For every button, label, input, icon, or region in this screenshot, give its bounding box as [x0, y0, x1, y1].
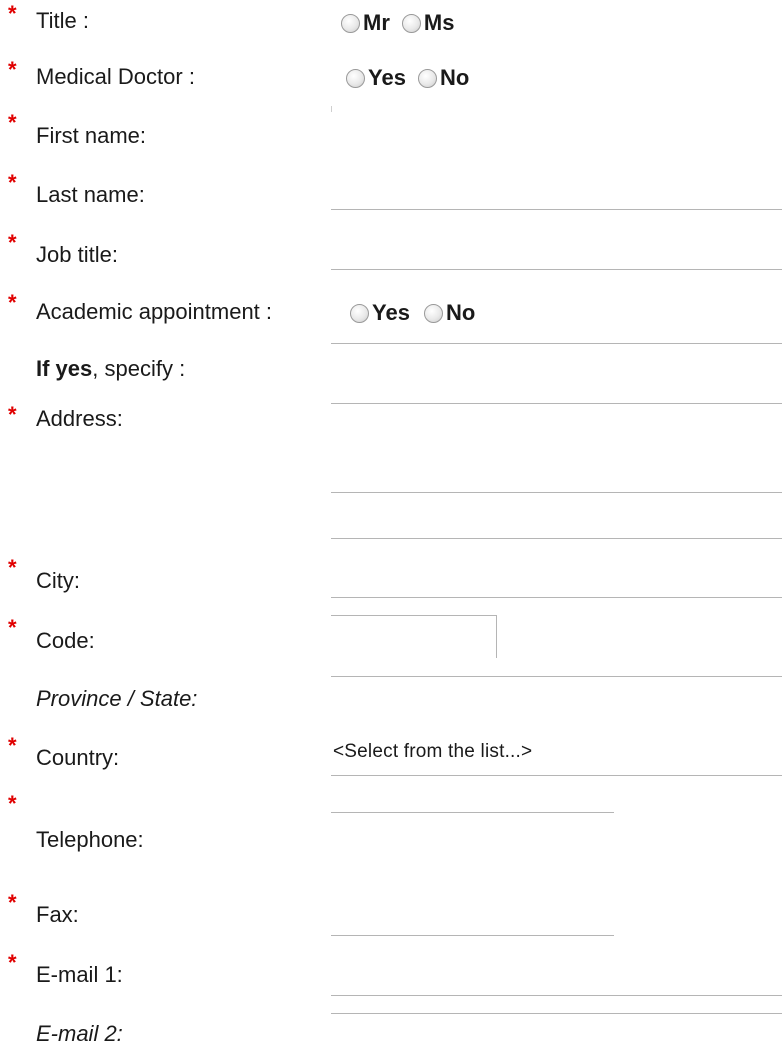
academic-appointment-label: Academic appointment : — [36, 299, 273, 324]
required-marker: * — [8, 170, 17, 195]
medical-doctor-no-label[interactable]: No — [440, 65, 469, 91]
academic-appointment-yes-radio[interactable] — [350, 303, 369, 323]
email2-input[interactable] — [331, 1013, 782, 1014]
telephone-input[interactable] — [331, 812, 614, 813]
if-yes-specify-input[interactable] — [331, 343, 782, 344]
city-label: City: — [36, 568, 80, 593]
medical-doctor-yes-radio[interactable] — [346, 68, 365, 88]
job-title-label: Job title: — [36, 242, 118, 267]
required-marker: * — [8, 950, 17, 975]
email1-input[interactable] — [331, 995, 782, 996]
medical-doctor-yes-label[interactable]: Yes — [368, 65, 406, 91]
address-line-3-input[interactable] — [331, 538, 782, 539]
last-name-input[interactable] — [331, 209, 782, 210]
first-name-input[interactable] — [331, 106, 332, 112]
first-name-label: First name: — [36, 123, 147, 148]
required-marker: * — [8, 791, 17, 816]
city-input[interactable] — [331, 597, 782, 598]
required-marker: * — [8, 615, 17, 640]
academic-appointment-no-radio[interactable] — [423, 303, 443, 323]
code-input[interactable] — [331, 615, 496, 616]
title-ms-radio[interactable] — [401, 13, 421, 33]
title-mr-radio[interactable] — [341, 13, 360, 33]
country-select[interactable]: <Select from the list...> — [333, 741, 532, 763]
title-radio-group: Mr Ms — [341, 10, 454, 36]
last-name-label: Last name: — [36, 182, 145, 207]
title-label: Title : — [36, 8, 89, 33]
medical-doctor-label: Medical Doctor : — [36, 64, 195, 89]
job-title-input[interactable] — [331, 269, 782, 270]
title-mr-label[interactable]: Mr — [363, 10, 390, 36]
medical-doctor-no-radio[interactable] — [417, 68, 437, 88]
province-state-label: Province / State: — [36, 686, 198, 711]
academic-appointment-no-label[interactable]: No — [446, 300, 475, 326]
medical-doctor-radio-group: Yes No — [346, 65, 469, 91]
if-yes-rest-text: , specify : — [92, 356, 186, 381]
country-select-underline — [331, 775, 782, 776]
required-marker: * — [8, 1, 17, 26]
required-marker: * — [8, 402, 17, 427]
address-line-2-input[interactable] — [331, 492, 782, 493]
code-label: Code: — [36, 628, 95, 653]
required-marker: * — [8, 290, 17, 315]
fax-label: Fax: — [36, 902, 79, 927]
country-label: Country: — [36, 745, 120, 770]
required-marker: * — [8, 230, 17, 255]
if-yes-bold-text: If yes — [36, 356, 93, 381]
address-label: Address: — [36, 406, 123, 431]
address-line-1-input[interactable] — [331, 403, 782, 404]
academic-appointment-yes-label[interactable]: Yes — [372, 300, 410, 326]
fax-input[interactable] — [331, 935, 614, 936]
province-state-input[interactable] — [331, 676, 782, 677]
code-input-edge — [496, 615, 497, 658]
email1-label: E-mail 1: — [36, 962, 123, 987]
if-yes-specify-label: If yes, specify : — [36, 356, 185, 382]
title-ms-label[interactable]: Ms — [424, 10, 455, 36]
academic-appointment-radio-group: Yes No — [350, 300, 475, 326]
required-marker: * — [8, 890, 17, 915]
required-marker: * — [8, 57, 17, 82]
required-marker: * — [8, 555, 17, 580]
telephone-label: Telephone: — [36, 827, 144, 852]
required-marker: * — [8, 733, 17, 758]
required-marker: * — [8, 110, 17, 135]
email2-label: E-mail 2: — [36, 1021, 123, 1046]
